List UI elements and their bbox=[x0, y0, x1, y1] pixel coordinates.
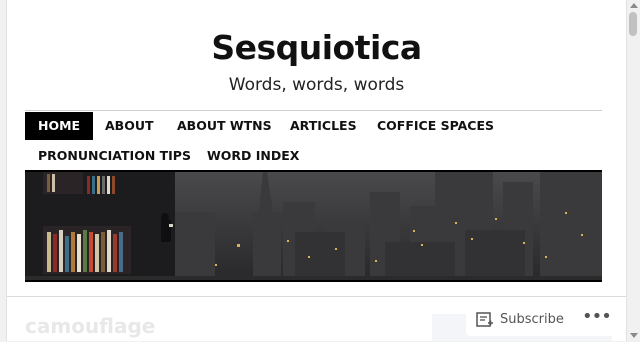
scrollbar[interactable] bbox=[627, 0, 640, 341]
scroll-up-arrow-icon[interactable] bbox=[630, 3, 638, 8]
site-title[interactable]: Sesquiotica bbox=[7, 28, 626, 67]
header-divider bbox=[25, 110, 602, 111]
nav-item-pronunciation-tips[interactable]: PRONUNCIATION TIPS bbox=[25, 142, 204, 170]
header-image[interactable] bbox=[25, 170, 602, 282]
nav-item-home[interactable]: HOME bbox=[25, 112, 94, 140]
nav-item-articles[interactable]: ARTICLES bbox=[277, 112, 370, 140]
nav-item-word-index[interactable]: WORD INDEX bbox=[194, 142, 312, 170]
post-title[interactable]: camouflage bbox=[25, 314, 155, 338]
subscribe-button[interactable]: Subscribe bbox=[500, 310, 564, 330]
page: Sesquiotica Words, words, words HOME ABO… bbox=[6, 0, 627, 341]
subscribe-bar: Subscribe ••• bbox=[466, 304, 626, 336]
scrollbar-thumb[interactable] bbox=[629, 12, 637, 36]
nav-item-about[interactable]: ABOUT bbox=[92, 112, 167, 140]
more-options-icon[interactable]: ••• bbox=[582, 308, 612, 330]
scroll-down-arrow-icon[interactable] bbox=[630, 333, 638, 338]
nav-item-coffice-spaces[interactable]: COFFICE SPACES bbox=[364, 112, 507, 140]
site-tagline: Words, words, words bbox=[228, 75, 405, 95]
city-night-image bbox=[25, 172, 602, 276]
subscribe-icon[interactable] bbox=[476, 312, 494, 328]
nav-item-about-wtns[interactable]: ABOUT WTNS bbox=[164, 112, 285, 140]
